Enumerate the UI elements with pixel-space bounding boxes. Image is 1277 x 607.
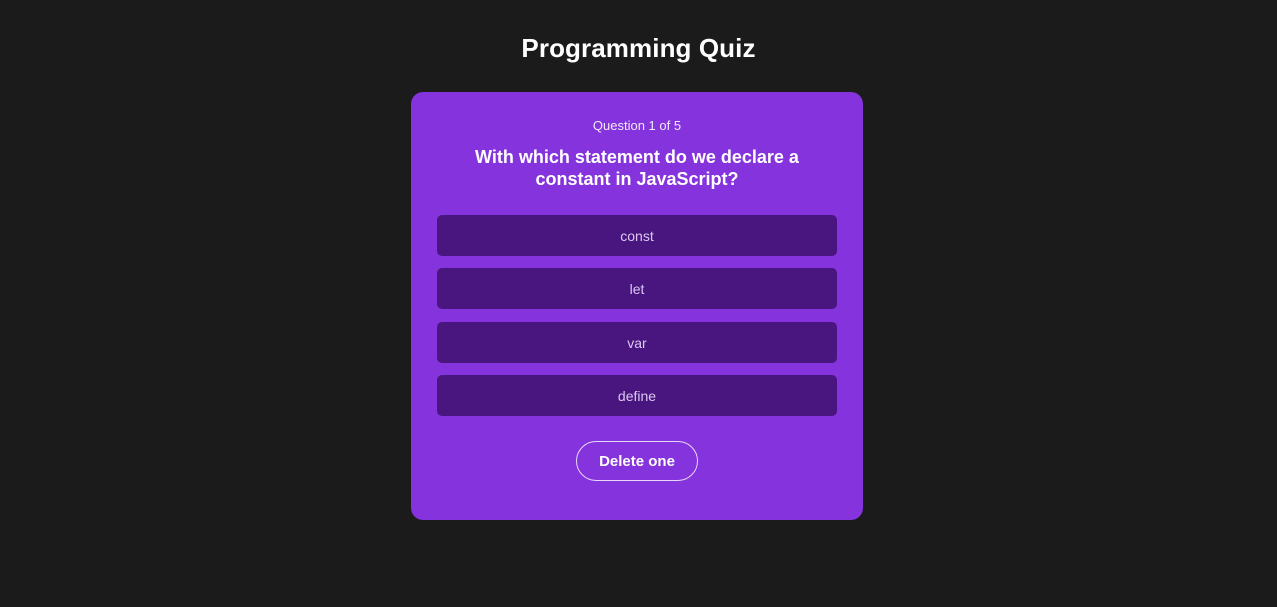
quiz-card: Question 1 of 5 With which statement do …: [411, 92, 863, 520]
question-counter: Question 1 of 5: [592, 118, 682, 133]
answer-button-let[interactable]: let: [437, 268, 837, 309]
page-title: Programming Quiz: [521, 33, 756, 63]
question-text: With which statement do we declare a con…: [475, 147, 799, 189]
answer-button-define[interactable]: define: [437, 375, 837, 416]
delete-one-button[interactable]: Delete one: [576, 441, 698, 481]
answer-list: const let var define: [437, 215, 837, 416]
answer-button-const[interactable]: const: [437, 215, 837, 256]
answer-button-var[interactable]: var: [437, 322, 837, 363]
